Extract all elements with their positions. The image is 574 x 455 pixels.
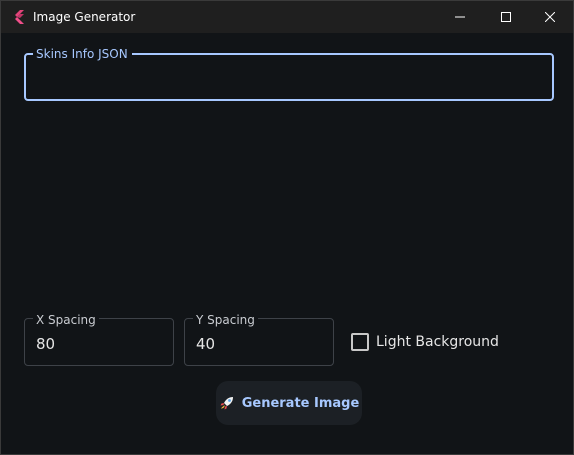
light-background-label[interactable]: Light Background — [376, 334, 499, 350]
maximize-button[interactable] — [483, 1, 529, 33]
rocket-icon — [220, 397, 233, 410]
title-bar[interactable]: Image Generator — [1, 1, 573, 33]
y-spacing-value: 40 — [196, 335, 216, 353]
y-spacing-label: Y Spacing — [193, 313, 258, 327]
light-background-checkbox[interactable] — [351, 333, 369, 351]
close-icon — [545, 12, 555, 22]
minimize-icon — [455, 16, 465, 18]
minimize-button[interactable] — [437, 1, 483, 33]
app-window: Image Generator Skins Info JSON X Spacin… — [0, 0, 574, 455]
generate-image-label: Generate Image — [241, 395, 360, 411]
maximize-icon — [501, 12, 511, 22]
window-title: Image Generator — [33, 10, 136, 24]
flutter-logo-icon — [15, 10, 24, 24]
close-button[interactable] — [527, 1, 573, 33]
x-spacing-value: 80 — [36, 335, 56, 353]
skins-json-label: Skins Info JSON — [33, 47, 132, 61]
generate-image-button[interactable]: Generate Image — [216, 381, 362, 425]
x-spacing-label: X Spacing — [33, 313, 99, 327]
